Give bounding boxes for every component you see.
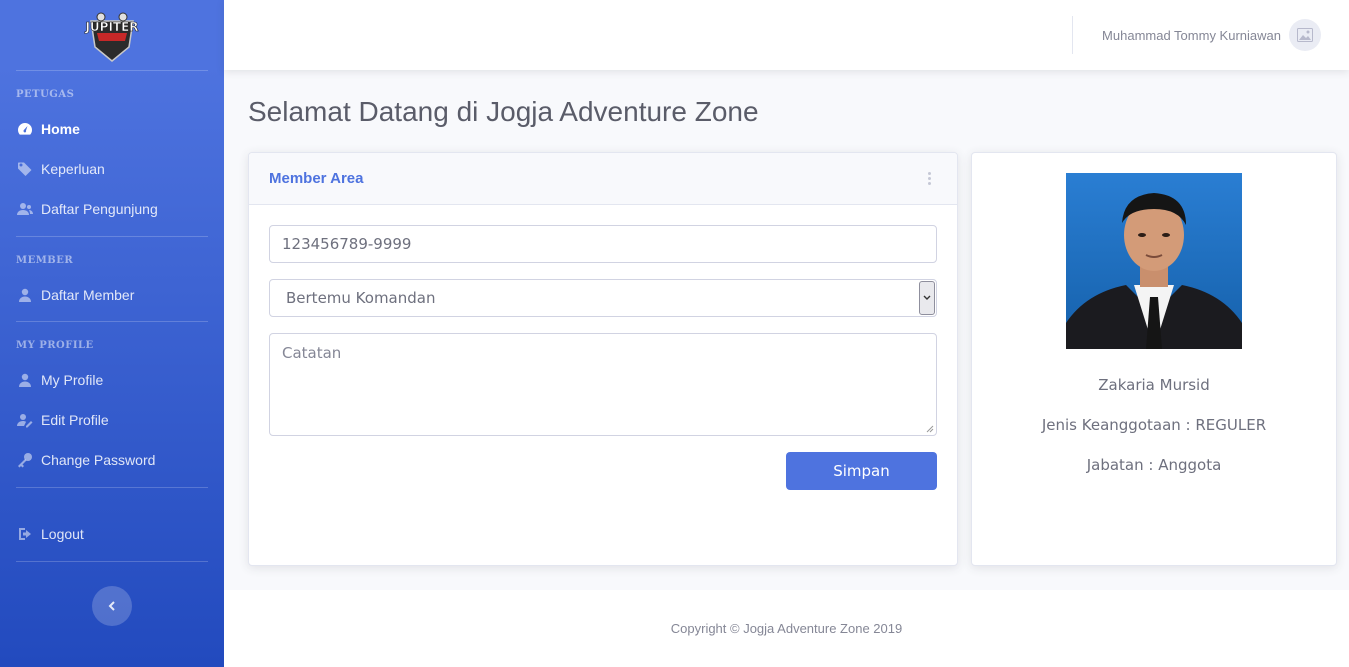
profile-card: Zakaria Mursid Jenis Keanggotaan : REGUL… [971, 152, 1337, 566]
sidebar-item-label: Edit Profile [41, 412, 109, 428]
member-area-card: Member Area 123456789-9999 Bertemu Koman… [248, 152, 958, 566]
sidebar-item-change-password[interactable]: Change Password [0, 440, 224, 480]
page-title: Selamat Datang di Jogja Adventure Zone [248, 96, 759, 127]
copyright-text: Copyright © Jogja Adventure Zone 2019 [670, 621, 903, 636]
sidebar-item-keperluan[interactable]: Keperluan [0, 149, 224, 189]
sidebar-divider [16, 561, 208, 562]
catatan-textarea[interactable]: Catatan [269, 333, 937, 436]
sidebar-item-logout[interactable]: Logout [0, 514, 224, 554]
image-icon [1297, 28, 1313, 42]
brand-link[interactable]: JUPITER [0, 0, 224, 70]
card-header: Member Area [249, 153, 957, 205]
topbar-divider [1072, 16, 1073, 54]
user-icon [16, 372, 34, 388]
sidebar-item-label: Daftar Pengunjung [41, 201, 158, 217]
sidebar-item-daftar-member[interactable]: Daftar Member [0, 275, 224, 315]
member-name: Zakaria Mursid [1098, 376, 1210, 394]
sidebar-item-daftar-pengunjung[interactable]: Daftar Pengunjung [0, 189, 224, 229]
chevron-left-icon [108, 601, 115, 611]
sidebar-item-label: Keperluan [41, 161, 105, 177]
sidebar-item-label: Logout [41, 526, 84, 542]
member-id-input[interactable]: 123456789-9999 [269, 225, 937, 263]
topbar: Muhammad Tommy Kurniawan [224, 0, 1349, 70]
avatar[interactable] [1289, 19, 1321, 51]
user-name[interactable]: Muhammad Tommy Kurniawan [1102, 28, 1281, 43]
sidebar-heading-member: MEMBER [16, 255, 74, 266]
sidebar-item-label: Change Password [41, 452, 156, 468]
simpan-button[interactable]: Simpan [786, 452, 937, 490]
user-edit-icon [16, 412, 34, 428]
svg-text:JUPITER: JUPITER [84, 20, 138, 34]
footer: Copyright © Jogja Adventure Zone 2019 [224, 590, 1349, 667]
sidebar: JUPITER PETUGAS Home Keperluan Daftar Pe… [0, 0, 224, 667]
user-icon [16, 287, 34, 303]
catatan-placeholder: Catatan [282, 344, 342, 362]
more-options-icon[interactable] [921, 171, 937, 187]
sidebar-heading-my-profile: MY PROFILE [16, 340, 94, 351]
sidebar-item-label: My Profile [41, 372, 104, 388]
sign-out-icon [16, 526, 34, 542]
chevron-down-icon[interactable] [919, 281, 935, 315]
sidebar-item-edit-profile[interactable]: Edit Profile [0, 400, 224, 440]
sidebar-toggle-button[interactable] [92, 586, 132, 626]
member-photo [1066, 173, 1242, 349]
tag-icon [16, 161, 34, 177]
keperluan-select[interactable]: Bertemu Komandan [269, 279, 937, 317]
member-position: Jabatan : Anggota [1086, 456, 1222, 474]
sidebar-item-my-profile[interactable]: My Profile [0, 360, 224, 400]
sidebar-item-label: Daftar Member [41, 287, 135, 303]
sidebar-item-home[interactable]: Home [0, 109, 224, 149]
key-icon [16, 452, 34, 468]
card-title: Member Area [269, 170, 364, 187]
sidebar-heading-petugas: PETUGAS [16, 89, 75, 100]
sidebar-item-label: Home [41, 121, 80, 137]
jupiter-logo: JUPITER [77, 7, 147, 63]
resize-grip-icon[interactable] [926, 425, 934, 433]
users-icon [16, 201, 34, 217]
membership-type: Jenis Keanggotaan : REGULER [1041, 416, 1267, 434]
tachometer-icon [16, 121, 34, 137]
keperluan-selected-value: Bertemu Komandan [286, 289, 436, 307]
